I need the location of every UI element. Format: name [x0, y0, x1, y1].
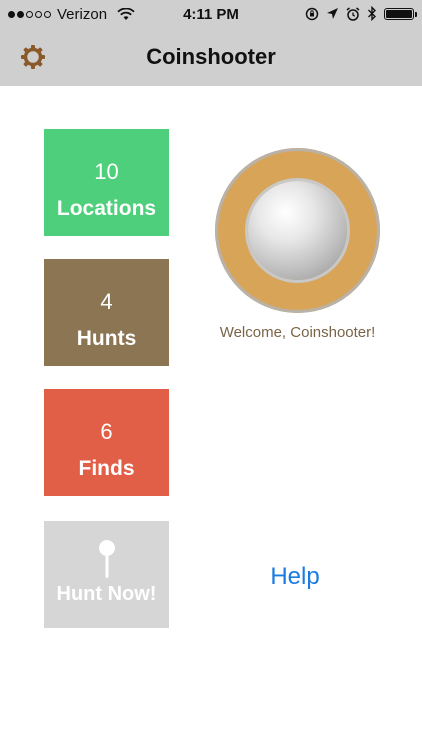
locations-label: Locations [56, 197, 157, 220]
lock-rotation-icon [305, 7, 319, 20]
status-bar: Verizon 4:11 PM [0, 0, 422, 30]
finds-count: 6 [100, 419, 113, 444]
hunts-tile[interactable]: 4 Hunts [44, 259, 169, 366]
location-arrow-icon [327, 8, 338, 19]
battery-icon [384, 7, 417, 20]
bluetooth-icon [368, 6, 376, 21]
finds-label: Finds [78, 457, 135, 480]
welcome-message: Welcome, Coinshooter! [219, 324, 376, 341]
locations-count: 10 [94, 159, 119, 184]
hunt-now-button[interactable]: Hunt Now! [44, 521, 169, 628]
pin-icon [98, 540, 115, 578]
hunts-count: 4 [100, 289, 113, 314]
alarm-icon [346, 6, 360, 21]
coin-image [215, 148, 380, 313]
page-title: Coinshooter [146, 44, 276, 69]
silver-coin [248, 181, 347, 280]
finds-tile[interactable]: 6 Finds [44, 389, 169, 496]
hunt-now-label: Hunt Now! [56, 583, 157, 605]
battery-level [386, 9, 412, 18]
navigation-bar: Coinshooter [0, 30, 422, 86]
coin-outer-ring [215, 148, 380, 313]
help-link[interactable]: Help [235, 563, 355, 591]
locations-tile[interactable]: 10 Locations [44, 129, 169, 236]
status-right [305, 6, 417, 21]
hunts-label: Hunts [76, 327, 137, 350]
